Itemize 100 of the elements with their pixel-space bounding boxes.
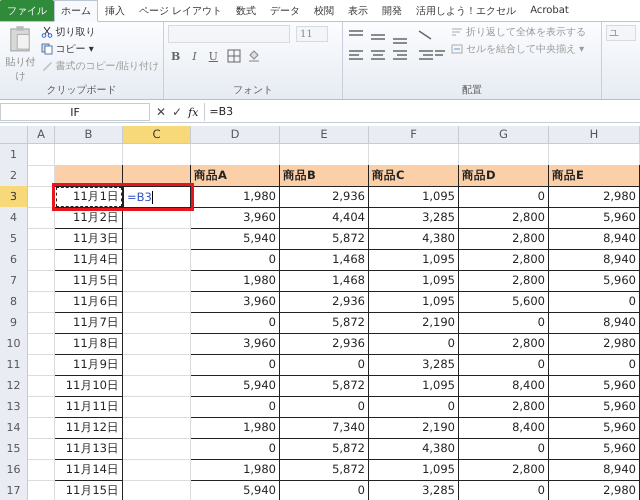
cancel-button[interactable]: ✕ [156,105,166,119]
row-header[interactable]: 5 [0,228,28,250]
bold-button[interactable]: B [168,50,184,62]
table-cell: 1,095 [369,186,459,208]
ribbon-tab[interactable]: 数式 [229,0,264,21]
table-cell: 0 [191,438,280,460]
date-cell: 11月14日 [55,459,123,481]
row-header[interactable]: 11 [0,354,28,376]
column-header[interactable]: G [459,126,549,144]
ribbon-tab[interactable]: ページ レイアウト [132,0,230,21]
underline-button[interactable]: U [206,50,221,62]
table-cell: 1,095 [369,291,459,313]
table-cell: 1,980 [191,270,280,292]
table-cell: 8,940 [549,459,640,481]
date-cell: 11月2日 [55,207,123,229]
table-cell: 8,940 [549,228,640,250]
empty-cell [123,249,191,271]
row-header[interactable]: 3 [0,186,28,208]
table-cell: 0 [459,480,549,500]
row-header[interactable]: 1 [0,144,28,166]
header-cell: 商品D [459,165,549,187]
table-cell: 5,872 [280,312,369,334]
date-cell: 11月15日 [55,480,123,500]
enter-button[interactable]: ✓ [172,105,182,119]
table-cell: 2,936 [280,186,369,208]
table-cell: 1,095 [369,375,459,397]
row-header[interactable]: 10 [0,333,28,355]
row-header[interactable]: 14 [0,417,28,439]
table-cell: 5,872 [280,438,369,460]
date-cell: 11月1日 [55,186,123,208]
row-header[interactable]: 16 [0,459,28,481]
ribbon-tab[interactable]: Acrobat [523,0,576,21]
ribbon-tab[interactable]: 校閲 [307,0,342,21]
date-cell: 11月9日 [55,354,123,376]
name-box[interactable]: IF [0,103,150,121]
ribbon-tab[interactable]: 挿入 [98,0,132,21]
date-cell: 11月12日 [55,417,123,439]
editing-cell[interactable]: =B3 [123,186,191,208]
empty-cell [123,333,191,355]
row-header[interactable]: 7 [0,270,28,292]
empty-cell [123,228,191,250]
row-header[interactable]: 6 [0,249,28,271]
row-header[interactable]: 9 [0,312,28,334]
borders-icon[interactable] [226,49,241,63]
column-header[interactable]: F [369,126,459,144]
row-header[interactable]: 8 [0,291,28,313]
empty-cell [123,312,191,334]
ribbon-tab[interactable]: 活用しよう！エクセル [409,0,524,21]
ribbon-tab[interactable]: ホーム [54,0,98,22]
row-header[interactable]: 2 [0,165,28,187]
row-header[interactable]: 15 [0,438,28,460]
empty-cell [123,375,191,397]
table-cell: 2,800 [459,333,549,355]
italic-button[interactable]: I [189,50,200,62]
ribbon-tab[interactable]: 開発 [375,0,410,21]
table-cell: 1,095 [369,270,459,292]
table-cell: 7,340 [280,417,369,439]
empty-cell [123,270,191,292]
date-cell: 11月4日 [55,249,123,271]
ribbon-tab[interactable]: データ [263,0,308,21]
date-cell: 11月5日 [55,270,123,292]
ribbon-tab[interactable]: 表示 [341,0,376,21]
column-header[interactable]: H [549,126,640,144]
number-format-field[interactable]: ユ [606,25,636,41]
date-cell: 11月10日 [55,375,123,397]
file-tab[interactable]: ファイル [0,0,54,21]
table-cell: 1,980 [191,417,280,439]
insert-function-button[interactable]: fx [188,106,198,118]
column-header[interactable]: E [280,126,369,144]
date-cell: 11月13日 [55,438,123,460]
column-header[interactable]: B [55,126,123,144]
table-cell: 5,960 [549,375,640,397]
column-header[interactable]: C [123,126,191,144]
table-cell: 5,960 [549,438,640,460]
fill-bucket-icon[interactable] [246,49,261,63]
table-cell: 5,960 [549,270,640,292]
table-cell: 4,380 [369,438,459,460]
copy-button[interactable]: コピー ▾ [40,42,159,56]
row-header[interactable]: 17 [0,480,28,500]
table-cell: 2,980 [549,333,640,355]
row-header[interactable]: 13 [0,396,28,418]
cut-button[interactable]: 切り取り [40,25,159,39]
table-cell: 8,940 [549,312,640,334]
table-cell: 0 [459,354,549,376]
font-name-field[interactable] [168,25,290,43]
date-cell: 11月3日 [55,228,123,250]
table-cell: 8,400 [459,375,549,397]
table-cell: 2,980 [549,480,640,500]
header-cell: 商品B [280,165,369,187]
table-cell: 3,285 [369,480,459,500]
column-header[interactable]: A [28,126,55,144]
group-label: クリップボード [46,84,118,98]
table-cell: 2,800 [459,459,549,481]
column-header[interactable]: D [191,126,280,144]
row-header[interactable]: 4 [0,207,28,229]
font-size-field[interactable]: 11 [296,26,328,42]
table-cell: 0 [191,396,280,418]
paste-button[interactable]: 貼り付け [4,25,37,83]
formula-field[interactable]: =B3 [204,103,640,121]
row-header[interactable]: 12 [0,375,28,397]
